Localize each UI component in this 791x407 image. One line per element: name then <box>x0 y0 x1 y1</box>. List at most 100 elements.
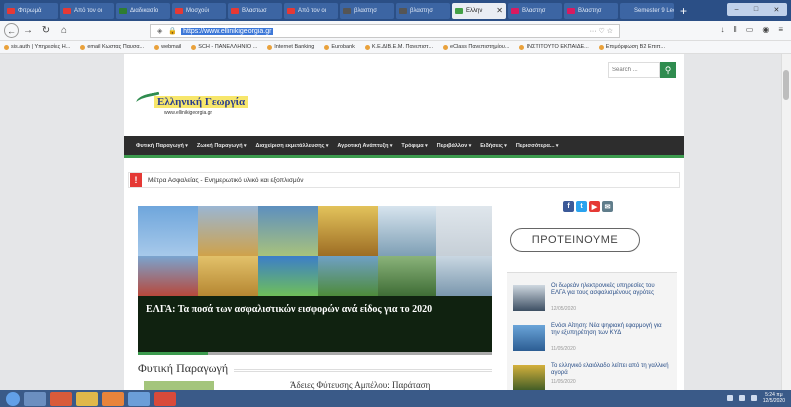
twitter-icon[interactable]: t <box>576 201 587 212</box>
tab-close-icon[interactable]: ✕ <box>496 6 503 15</box>
list-item[interactable]: Ενόσι Αίτηση: Νέα ψηφιακή εφαρμογή για τ… <box>513 323 673 357</box>
notice-bar[interactable]: ! Μέτρα Ασφαλείας - Ενημερωτικό υλικό κα… <box>128 172 680 188</box>
back-icon[interactable]: ← <box>4 23 19 38</box>
search-input[interactable] <box>608 62 660 78</box>
hero-image-tile <box>436 206 492 256</box>
address-bar[interactable]: ◈ 🔒 https://www.ellinikigeorgia.gr ··· ♡… <box>150 24 620 38</box>
browser-tab[interactable]: Από τον οι <box>284 2 338 19</box>
bookmark-item[interactable]: Επιμόρφωση Β2 Επιπ... <box>598 44 665 50</box>
page-actions-icon[interactable]: ··· ♡ ☆ <box>590 27 613 35</box>
article-thumbnail[interactable] <box>513 325 545 351</box>
site-page: ⚲ Ελληνική Γεωργία www.ellinikigeorgia.g… <box>124 54 684 390</box>
menu-item[interactable]: Φυτική Παραγωγή <box>136 143 188 149</box>
clock[interactable]: 5:24 πμ 12/5/2020 <box>763 392 785 404</box>
bookmark-favicon-icon <box>80 44 86 50</box>
menu-item[interactable]: Ζωική Παραγωγή <box>197 143 247 149</box>
taskbar-app-icon[interactable] <box>102 391 124 406</box>
hero-slider[interactable]: ΕΛΓΑ: Τα ποσά των ασφαλιστικών εισφορών … <box>138 206 492 352</box>
browser-tab[interactable]: Βλαστησ <box>564 2 618 19</box>
bookmark-item[interactable]: email Κωστας Παυσα... <box>80 44 144 50</box>
shield-icon[interactable]: ◈ <box>157 27 162 35</box>
close-icon[interactable]: ✕ <box>773 6 779 14</box>
facebook-icon[interactable]: f <box>563 201 574 212</box>
notice-text[interactable]: Μέτρα Ασφαλείας - Ενημερωτικό υλικό και … <box>148 177 303 184</box>
menu-item[interactable]: Τρόφιμα <box>401 143 427 149</box>
taskbar-app-icon[interactable] <box>154 391 176 406</box>
minimize-icon[interactable]: – <box>735 6 739 13</box>
article-title[interactable]: Το ελληνικό ελαιόλαδο λείπει από τη γαλλ… <box>551 363 669 377</box>
search-icon[interactable]: ⚲ <box>660 62 676 78</box>
tab-favicon-icon <box>7 7 15 14</box>
main-menu: Φυτική Παραγωγή Ζωική Παραγωγή Διαχείριση … <box>124 136 684 158</box>
taskbar-app-icon[interactable] <box>50 391 72 406</box>
menu-icon[interactable]: ≡ <box>778 25 783 34</box>
bookmark-item[interactable]: Κ.Ε.ΔΙΒ.Ε.Μ. Πανεπιστ... <box>364 44 433 50</box>
account-icon[interactable]: ◉ <box>762 25 769 34</box>
taskbar-app-icon[interactable] <box>24 391 46 406</box>
network-icon[interactable] <box>738 395 745 401</box>
bookmark-favicon-icon <box>154 44 160 50</box>
home-icon[interactable]: ⌂ <box>55 23 73 39</box>
url-text[interactable]: https://www.ellinikigeorgia.gr <box>181 27 274 35</box>
tab-label: Φιτρωμά <box>18 7 42 14</box>
tab-label: βλαστησ <box>354 7 377 14</box>
browser-tab[interactable]: Φιτρωμά <box>4 2 58 19</box>
article-title[interactable]: Οι δωρεάν ηλεκτρονικές υπηρεσίες του ΕΛΓ… <box>551 283 669 297</box>
tab-favicon-icon <box>287 7 295 14</box>
article-thumbnail[interactable] <box>513 365 545 390</box>
article-title[interactable]: Ενόσι Αίτηση: Νέα ψηφιακή εφαρμογή για τ… <box>551 323 669 337</box>
forward-icon[interactable]: → <box>19 23 37 39</box>
site-logo[interactable]: Ελληνική Γεωργία www.ellinikigeorgia.gr <box>135 88 260 126</box>
window-controls[interactable]: – □ ✕ <box>727 3 787 16</box>
bookmark-item[interactable]: Eurobank <box>324 44 355 50</box>
bookmark-item[interactable]: sis.auth | Υπηρεσίες Η... <box>4 44 70 50</box>
bookmark-item[interactable]: SCH - ΠΑΝΕΛΛΗΝΙΟ ... <box>191 44 257 50</box>
browser-tab[interactable]: Βλαστησ <box>508 2 562 19</box>
tab-favicon-icon <box>343 7 351 14</box>
list-item[interactable]: Οι δωρεάν ηλεκτρονικές υπηρεσίες του ΕΛΓ… <box>513 283 673 317</box>
library-icon[interactable]: ‖ <box>733 25 736 34</box>
menu-item[interactable]: Ειδήσεις <box>480 143 507 149</box>
browser-tab[interactable]: βλαστησ <box>396 2 450 19</box>
start-button[interactable] <box>6 391 20 406</box>
bookmark-item[interactable]: webmail <box>154 44 181 50</box>
bookmark-label: eClass Πανεπιστημίου... <box>450 44 510 50</box>
tray-icon[interactable] <box>726 395 733 401</box>
bookmark-item[interactable]: eClass Πανεπιστημίου... <box>443 44 509 50</box>
article-thumbnail[interactable] <box>144 381 214 390</box>
volume-icon[interactable] <box>750 395 757 401</box>
browser-tab[interactable]: βλαστησ <box>340 2 394 19</box>
menu-item[interactable]: Αγροτική Ανάπτυξη <box>337 143 392 149</box>
reload-icon[interactable]: ↻ <box>37 23 55 39</box>
menu-item[interactable]: Διαχείριση εκμετάλλευσης <box>255 143 328 149</box>
download-icon[interactable]: ↓ <box>720 25 724 34</box>
list-item[interactable]: Το ελληνικό ελαιόλαδο λείπει από τη γαλλ… <box>513 363 673 390</box>
scrollbar-thumb[interactable] <box>783 70 789 100</box>
browser-tab[interactable]: Βλαστωσ <box>228 2 282 19</box>
email-icon[interactable]: ✉ <box>602 201 613 212</box>
browser-tab[interactable]: Διαδικασίο <box>116 2 170 19</box>
hero-caption[interactable]: ΕΛΓΑ: Τα ποσά των ασφαλιστικών εισφορών … <box>146 304 484 316</box>
section-divider <box>234 369 492 372</box>
maximize-icon[interactable]: □ <box>754 6 758 13</box>
browser-tab[interactable]: Ελλην ✕ <box>452 2 506 19</box>
new-tab-icon[interactable]: + <box>680 4 687 18</box>
menu-item[interactable]: Περιβάλλον <box>437 143 472 149</box>
bookmark-item[interactable]: Internet Banking <box>267 44 314 50</box>
sidebar-icon[interactable]: ▭ <box>746 25 754 34</box>
hero-image-tile <box>138 206 198 256</box>
menu-item[interactable]: Περισσότερα... <box>516 143 559 149</box>
browser-tab[interactable]: Μοσχούι <box>172 2 226 19</box>
taskbar-app-icon[interactable] <box>76 391 98 406</box>
page-scrollbar[interactable] <box>781 54 791 390</box>
bookmark-item[interactable]: ΙΝΣΤΙΤΟΥΤΟ ΕΚΠΑΙΔΕ... <box>519 44 589 50</box>
tab-label: Ελλην <box>466 7 483 14</box>
article-title[interactable]: Άδειες Φύτευσης Αμπέλου: Παράταση <box>290 380 430 390</box>
section-title[interactable]: Φυτική Παραγωγή <box>138 361 228 376</box>
browser-tab[interactable]: Από τον οι <box>60 2 114 19</box>
article-thumbnail[interactable] <box>513 285 545 311</box>
lock-icon[interactable]: 🔒 <box>168 27 177 35</box>
youtube-icon[interactable]: ▶ <box>589 201 600 212</box>
taskbar-app-icon[interactable] <box>128 391 150 406</box>
browser-tab[interactable]: Semester 9 Lec <box>620 2 674 19</box>
